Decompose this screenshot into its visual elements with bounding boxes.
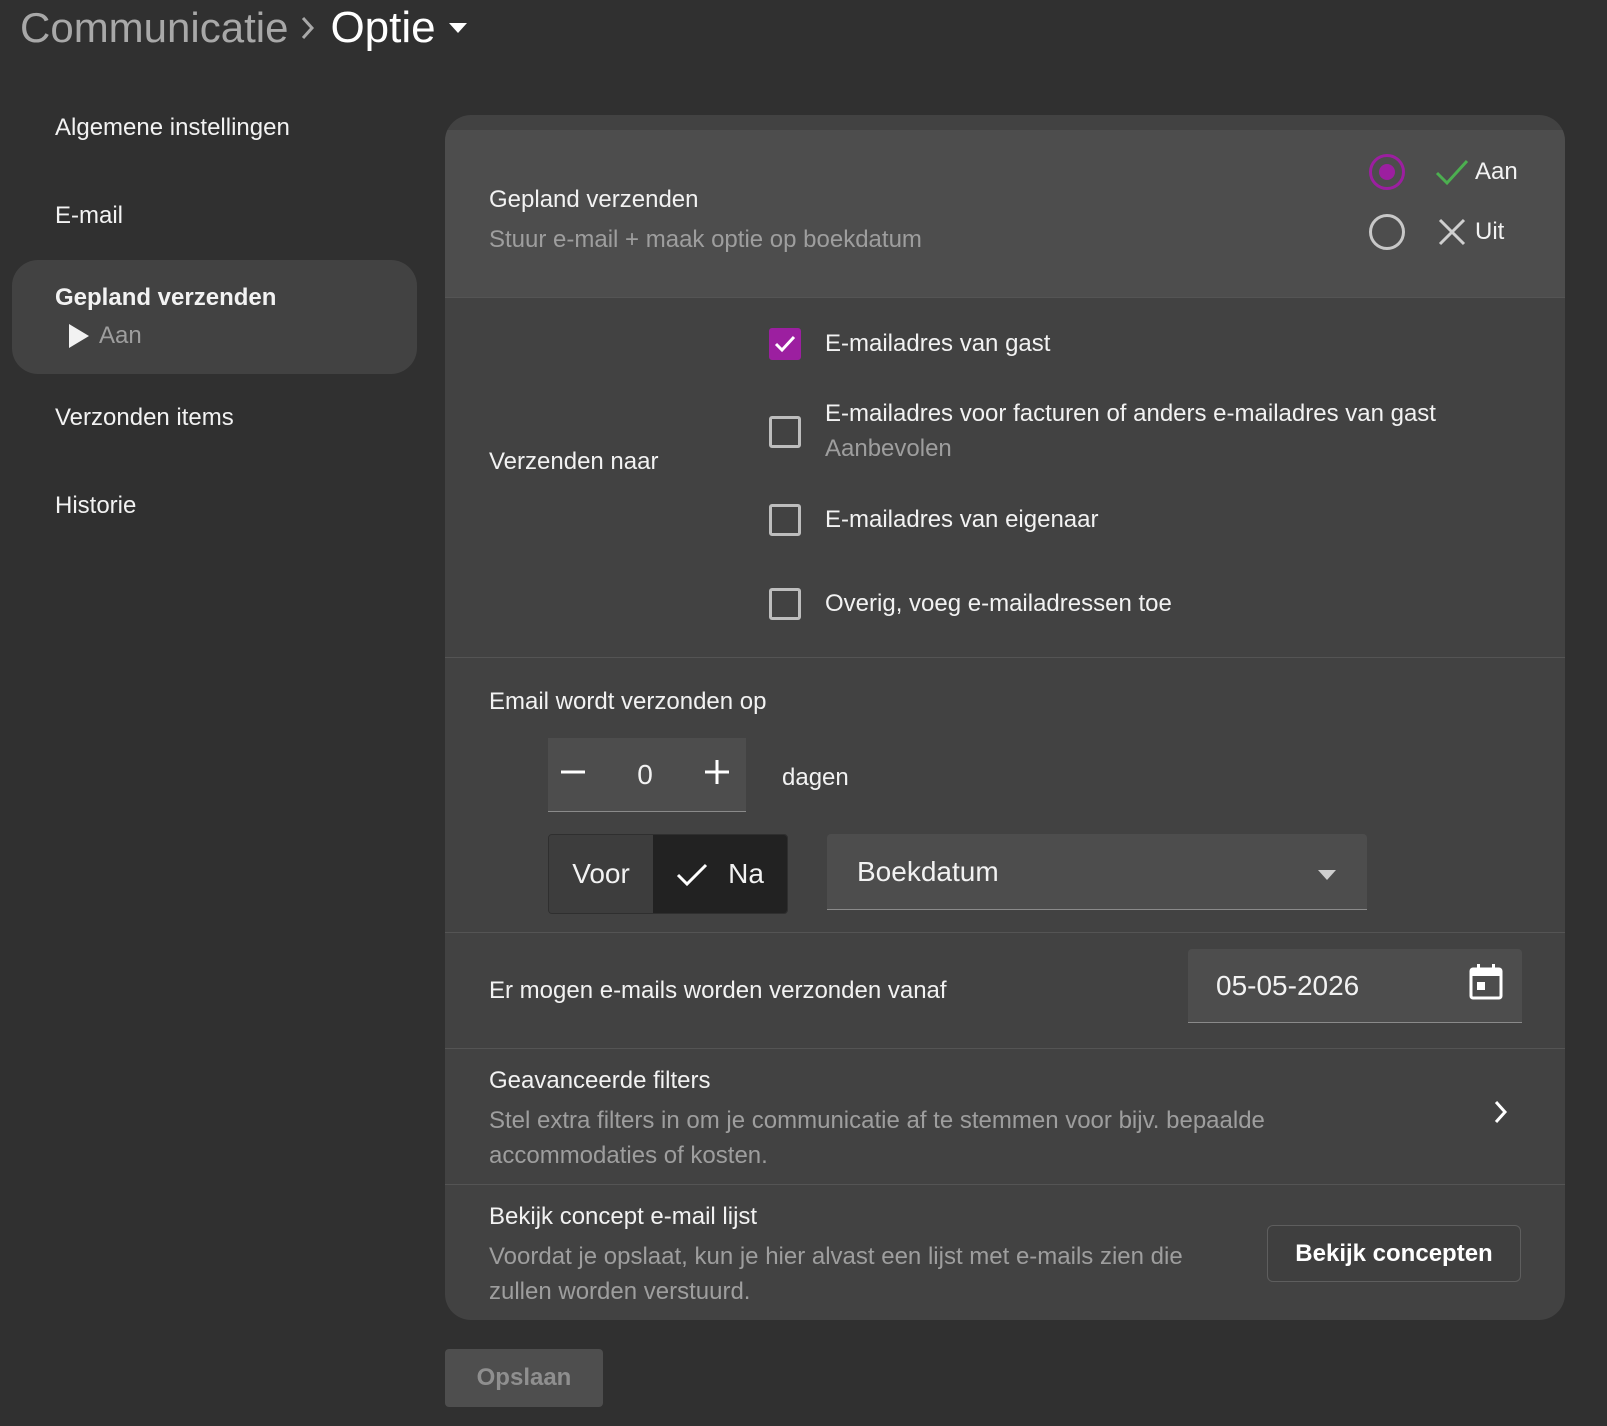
- sidebar-item-label: Verzonden items: [55, 404, 234, 431]
- section-title: Bekijk concept e-mail lijst: [489, 1203, 758, 1230]
- checkbox-guest[interactable]: [769, 328, 801, 360]
- section-subtitle: Voordat je opslaat, kun je hier alvast e…: [489, 1243, 1183, 1305]
- toggle-before-label: Voor: [572, 858, 630, 889]
- section-subtitle: Stuur e-mail + maak optie op boekdatum: [489, 226, 922, 253]
- date-value: 05-05-2026: [1216, 969, 1360, 1001]
- radio-on-label: Aan: [1475, 158, 1518, 185]
- checkbox-owner[interactable]: [769, 504, 801, 536]
- sidebar-item-gepland-verzenden[interactable]: Gepland verzenden Aan: [12, 260, 417, 374]
- section-title: Er mogen e-mails worden verzonden vanaf: [489, 977, 947, 1004]
- toggle-after-label: Na: [728, 858, 764, 889]
- recipient-option-other[interactable]: Overig, voeg e-mailadressen toe: [769, 588, 1172, 621]
- recipient-option-guest[interactable]: E-mailadres van gast: [769, 328, 1050, 361]
- radio-off[interactable]: [1369, 214, 1405, 250]
- sidebar-item-label: E-mail: [55, 202, 124, 229]
- select-value: Boekdatum: [857, 855, 999, 887]
- radio-off-option[interactable]: Uit: [1369, 214, 1521, 250]
- breadcrumb: Communicatie Optie: [20, 0, 468, 56]
- reference-date-select[interactable]: Boekdatum: [827, 834, 1367, 910]
- section-subtitle: Stel extra filters in om je communicatie…: [489, 1107, 1265, 1169]
- section-title: Geavanceerde filters: [489, 1067, 711, 1094]
- sidebar-item-label: Gepland verzenden: [55, 284, 277, 311]
- start-date-field[interactable]: 05-05-2026: [1188, 949, 1522, 1023]
- check-icon: [677, 863, 708, 887]
- days-unit-label: dagen: [782, 764, 849, 791]
- caret-down-icon[interactable]: [448, 22, 468, 34]
- page-title[interactable]: Optie: [330, 3, 435, 53]
- chevron-right-icon: [300, 15, 316, 41]
- start-date-section: Er mogen e-mails worden verzonden vanaf …: [445, 933, 1565, 1049]
- sidebar-item-email[interactable]: E-mail: [12, 172, 417, 260]
- recipients-label: Verzenden naar: [489, 448, 659, 475]
- toggle-before[interactable]: Voor: [549, 835, 653, 913]
- radio-on-option[interactable]: Aan: [1369, 154, 1521, 190]
- checkbox-label: Overig, voeg e-mailadressen toe: [825, 590, 1172, 617]
- toggle-after[interactable]: Na: [653, 835, 787, 913]
- radio-off-label: Uit: [1475, 218, 1505, 245]
- advanced-filters-section[interactable]: Geavanceerde filters Stel extra filters …: [445, 1049, 1565, 1185]
- checkbox-invoice[interactable]: [769, 416, 801, 448]
- sidebar-item-historie[interactable]: Historie: [12, 462, 417, 550]
- checkbox-label: E-mailadres voor facturen of anders e-ma…: [825, 400, 1436, 427]
- checkbox-label: E-mailadres van eigenaar: [825, 506, 1099, 533]
- chevron-right-icon[interactable]: [1493, 1099, 1509, 1130]
- sidebar-item-label: Algemene instellingen: [55, 114, 290, 141]
- sidebar-item-algemene-instellingen[interactable]: Algemene instellingen: [12, 84, 417, 172]
- before-after-toggle: Voor Na: [548, 834, 788, 914]
- checkbox-other[interactable]: [769, 588, 801, 620]
- days-stepper: 0: [548, 738, 746, 812]
- section-title: Gepland verzenden: [489, 186, 699, 213]
- view-drafts-button[interactable]: Bekijk concepten: [1267, 1225, 1521, 1282]
- checkbox-label: E-mailadres van gast: [825, 330, 1051, 357]
- sidebar-item-status: Aan: [55, 322, 142, 350]
- check-icon: [774, 335, 796, 353]
- caret-down-icon: [1317, 856, 1337, 888]
- close-icon: [1438, 218, 1466, 246]
- minus-icon[interactable]: [558, 757, 588, 792]
- checkbox-hint: Aanbevolen: [825, 435, 952, 462]
- settings-card: Gepland verzenden Stuur e-mail + maak op…: [445, 115, 1565, 1320]
- recipient-option-invoice[interactable]: E-mailadres voor facturen of anders e-ma…: [769, 398, 1436, 466]
- section-title: Email wordt verzonden op: [489, 688, 767, 715]
- sidebar: Algemene instellingen E-mail Gepland ver…: [12, 84, 417, 550]
- sidebar-item-verzonden-items[interactable]: Verzonden items: [12, 374, 417, 462]
- play-icon: [69, 324, 89, 348]
- sidebar-item-label: Historie: [55, 492, 137, 519]
- send-timing-section: Email wordt verzonden op 0 dagen Voor Na…: [445, 658, 1565, 933]
- plus-icon[interactable]: [702, 757, 732, 792]
- radio-on[interactable]: [1369, 154, 1405, 190]
- recipients-section: Verzenden naar E-mailadres van gast E-ma…: [445, 298, 1565, 658]
- sidebar-item-status-label: Aan: [99, 322, 142, 349]
- breadcrumb-root[interactable]: Communicatie: [20, 4, 288, 52]
- save-button[interactable]: Opslaan: [445, 1349, 603, 1407]
- days-value[interactable]: 0: [637, 759, 653, 791]
- calendar-icon[interactable]: [1468, 963, 1504, 1008]
- scheduled-send-section: Gepland verzenden Stuur e-mail + maak op…: [445, 130, 1565, 298]
- draft-email-list-section: Bekijk concept e-mail lijst Voordat je o…: [445, 1185, 1565, 1320]
- recipient-option-owner[interactable]: E-mailadres van eigenaar: [769, 504, 1098, 537]
- check-icon: [1435, 159, 1469, 186]
